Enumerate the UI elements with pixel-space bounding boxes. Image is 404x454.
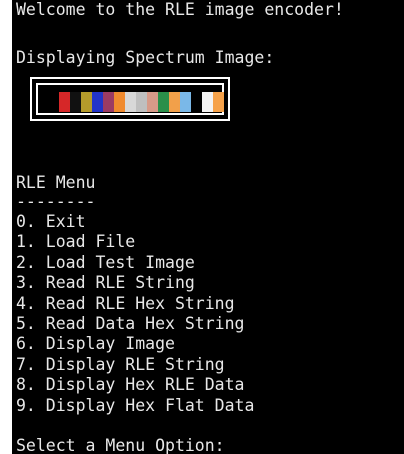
spectrum-swatch xyxy=(114,92,125,112)
spectrum-swatch xyxy=(92,92,103,112)
menu-rule: -------- xyxy=(16,192,96,211)
menu-item-display-image: 6. Display Image xyxy=(16,334,175,353)
spectrum-swatch xyxy=(147,92,158,112)
menu-item-read-data-hex-string: 5. Read Data Hex String xyxy=(16,314,245,333)
menu-item-load-file: 1. Load File xyxy=(16,232,136,251)
terminal-window[interactable]: Welcome to the RLE image encoder! Displa… xyxy=(12,0,404,454)
spectrum-swatch xyxy=(125,92,136,112)
spectrum-swatch xyxy=(103,92,114,112)
menu-item-load-test-image: 2. Load Test Image xyxy=(16,253,195,272)
displaying-text: Displaying Spectrum Image: xyxy=(16,48,275,67)
menu-item-read-rle-hex-string: 4. Read RLE Hex String xyxy=(16,294,235,313)
menu-item-read-rle-string: 3. Read RLE String xyxy=(16,273,195,292)
spectrum-swatch xyxy=(136,92,147,112)
menu-item-display-hex-flat-data: 9. Display Hex Flat Data xyxy=(16,396,255,415)
menu-item-display-rle-string: 7. Display RLE String xyxy=(16,355,225,374)
welcome-text: Welcome to the RLE image encoder! xyxy=(16,0,344,19)
menu-prompt[interactable]: Select a Menu Option: xyxy=(16,436,225,454)
menu-item-exit: 0. Exit xyxy=(16,212,86,231)
spectrum-swatch xyxy=(81,92,92,112)
spectrum-swatch xyxy=(158,92,169,112)
spectrum-swatch xyxy=(70,92,81,112)
spectrum-image xyxy=(36,83,224,115)
spectrum-swatch xyxy=(59,92,70,112)
menu-item-display-hex-rle-data: 8. Display Hex RLE Data xyxy=(16,375,245,394)
spectrum-swatch xyxy=(180,92,191,112)
spectrum-swatch xyxy=(48,92,59,112)
spectrum-swatch xyxy=(169,92,180,112)
spectrum-swatch xyxy=(191,92,202,112)
menu-title: RLE Menu xyxy=(16,173,96,192)
spectrum-swatches xyxy=(48,92,224,112)
spectrum-swatch xyxy=(213,92,224,112)
spectrum-image-frame xyxy=(30,77,230,121)
spectrum-swatch xyxy=(202,92,213,112)
